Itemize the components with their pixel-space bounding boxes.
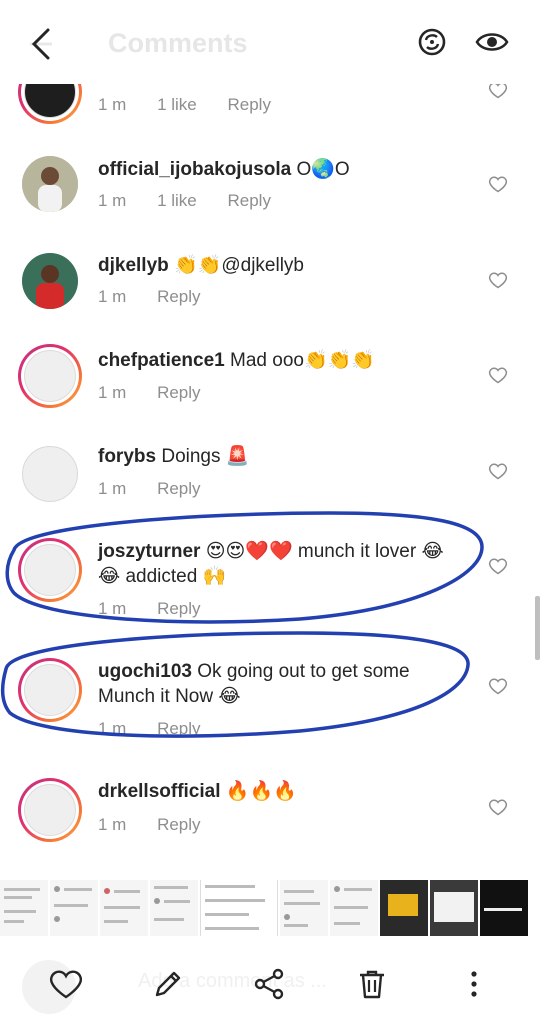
comment-meta: 1 m 1 like Reply — [98, 95, 297, 115]
comment-username[interactable]: official_ijobakojusola — [98, 159, 291, 180]
avatar[interactable] — [22, 253, 78, 309]
more-icon[interactable] — [456, 966, 492, 1002]
profile-photo — [22, 156, 78, 212]
thumbnail[interactable] — [0, 880, 48, 936]
comment-item: drkellsofficial 🔥🔥🔥 1 m Reply — [0, 776, 540, 876]
bottom-action-bar: Add a comment as ... — [0, 946, 540, 1026]
reply-button[interactable]: Reply — [157, 479, 200, 498]
thumbnail-strip[interactable] — [0, 880, 540, 936]
thumbnail[interactable] — [430, 880, 478, 936]
profile-photo — [22, 253, 78, 309]
comment-meta: 1 m Reply — [98, 815, 227, 835]
comment-body: O🌏O — [296, 159, 350, 180]
reply-button[interactable]: Reply — [157, 815, 200, 834]
avatar[interactable] — [22, 446, 78, 502]
comment-item: djkellyb 👏👏@djkellyb 1 m Reply — [0, 250, 540, 340]
thumbnail[interactable] — [100, 880, 148, 936]
comment-text: forybs Doings 🚨 — [98, 444, 468, 469]
comment-item: chefpatience1 Mad ooo👏👏👏 1 m Reply — [0, 344, 540, 434]
comment-time: 1 m — [98, 815, 127, 834]
comment-time: 1 m — [98, 383, 127, 402]
heart-icon[interactable] — [488, 174, 508, 194]
comment-meta: 1 m Reply — [98, 287, 227, 307]
heart-icon[interactable] — [488, 461, 508, 481]
header-bar: Comments — [0, 0, 540, 84]
comment-time: 1 m — [98, 287, 127, 306]
comment-meta: 1 m Reply — [98, 383, 227, 403]
thumbnail[interactable] — [480, 880, 528, 936]
page-title: Comments — [108, 28, 248, 58]
comment-meta: 1 m 1 like Reply — [98, 191, 297, 211]
reply-button[interactable]: Reply — [157, 287, 200, 306]
comment-body: 🔥🔥🔥 — [225, 781, 297, 802]
thumbnail[interactable] — [50, 880, 98, 936]
avatar[interactable] — [18, 344, 82, 408]
thumbnail[interactable] — [150, 880, 198, 936]
comment-text: chefpatience1 Mad ooo👏👏👏 — [98, 348, 468, 373]
comment-body: 👏👏@djkellyb — [174, 255, 304, 276]
reply-button[interactable]: Reply — [228, 191, 271, 210]
heart-icon[interactable] — [488, 797, 508, 817]
heart-icon[interactable] — [48, 966, 84, 1002]
comment-body: Doings 🚨 — [161, 446, 250, 467]
thumbnail-selected[interactable] — [200, 880, 278, 936]
comment-username[interactable]: drkellsofficial — [98, 781, 221, 802]
avatar[interactable] — [22, 156, 78, 212]
comment-time: 1 m — [98, 95, 127, 114]
comment-username[interactable]: djkellyb — [98, 255, 169, 276]
comment-time: 1 m — [98, 191, 127, 210]
comment-text: djkellyb 👏👏@djkellyb — [98, 253, 468, 278]
comment-text: official_ijobakojusola O🌏O — [98, 157, 468, 182]
avatar[interactable] — [18, 778, 82, 842]
reply-button[interactable]: Reply — [157, 383, 200, 402]
comment-text: drkellsofficial 🔥🔥🔥 — [98, 779, 468, 804]
trash-icon[interactable] — [354, 966, 390, 1002]
repost-icon[interactable] — [414, 24, 450, 60]
comment-body: Mad ooo👏👏👏 — [230, 350, 375, 371]
heart-icon[interactable] — [488, 365, 508, 385]
share-icon[interactable] — [252, 966, 288, 1002]
heart-icon[interactable] — [488, 270, 508, 290]
thumbnail[interactable] — [330, 880, 378, 936]
thumbnail[interactable] — [380, 880, 428, 936]
comment-username[interactable]: chefpatience1 — [98, 350, 225, 371]
reply-button[interactable]: Reply — [228, 95, 271, 114]
chevron-left-icon[interactable] — [22, 24, 62, 64]
thumbnail[interactable] — [280, 880, 328, 936]
eye-icon[interactable] — [474, 24, 510, 60]
comments-list: 1 m 1 like Reply official_ijobakojusola … — [0, 0, 540, 880]
comment-likes[interactable]: 1 like — [157, 95, 197, 114]
comment-meta: 1 m Reply — [98, 479, 227, 499]
comment-username[interactable]: forybs — [98, 446, 156, 467]
comment-item: official_ijobakojusola O🌏O 1 m 1 like Re… — [0, 154, 540, 244]
comment-likes[interactable]: 1 like — [157, 191, 197, 210]
annotation-circles — [1, 511, 484, 738]
comment-time: 1 m — [98, 479, 127, 498]
edit-icon[interactable] — [150, 966, 186, 1002]
